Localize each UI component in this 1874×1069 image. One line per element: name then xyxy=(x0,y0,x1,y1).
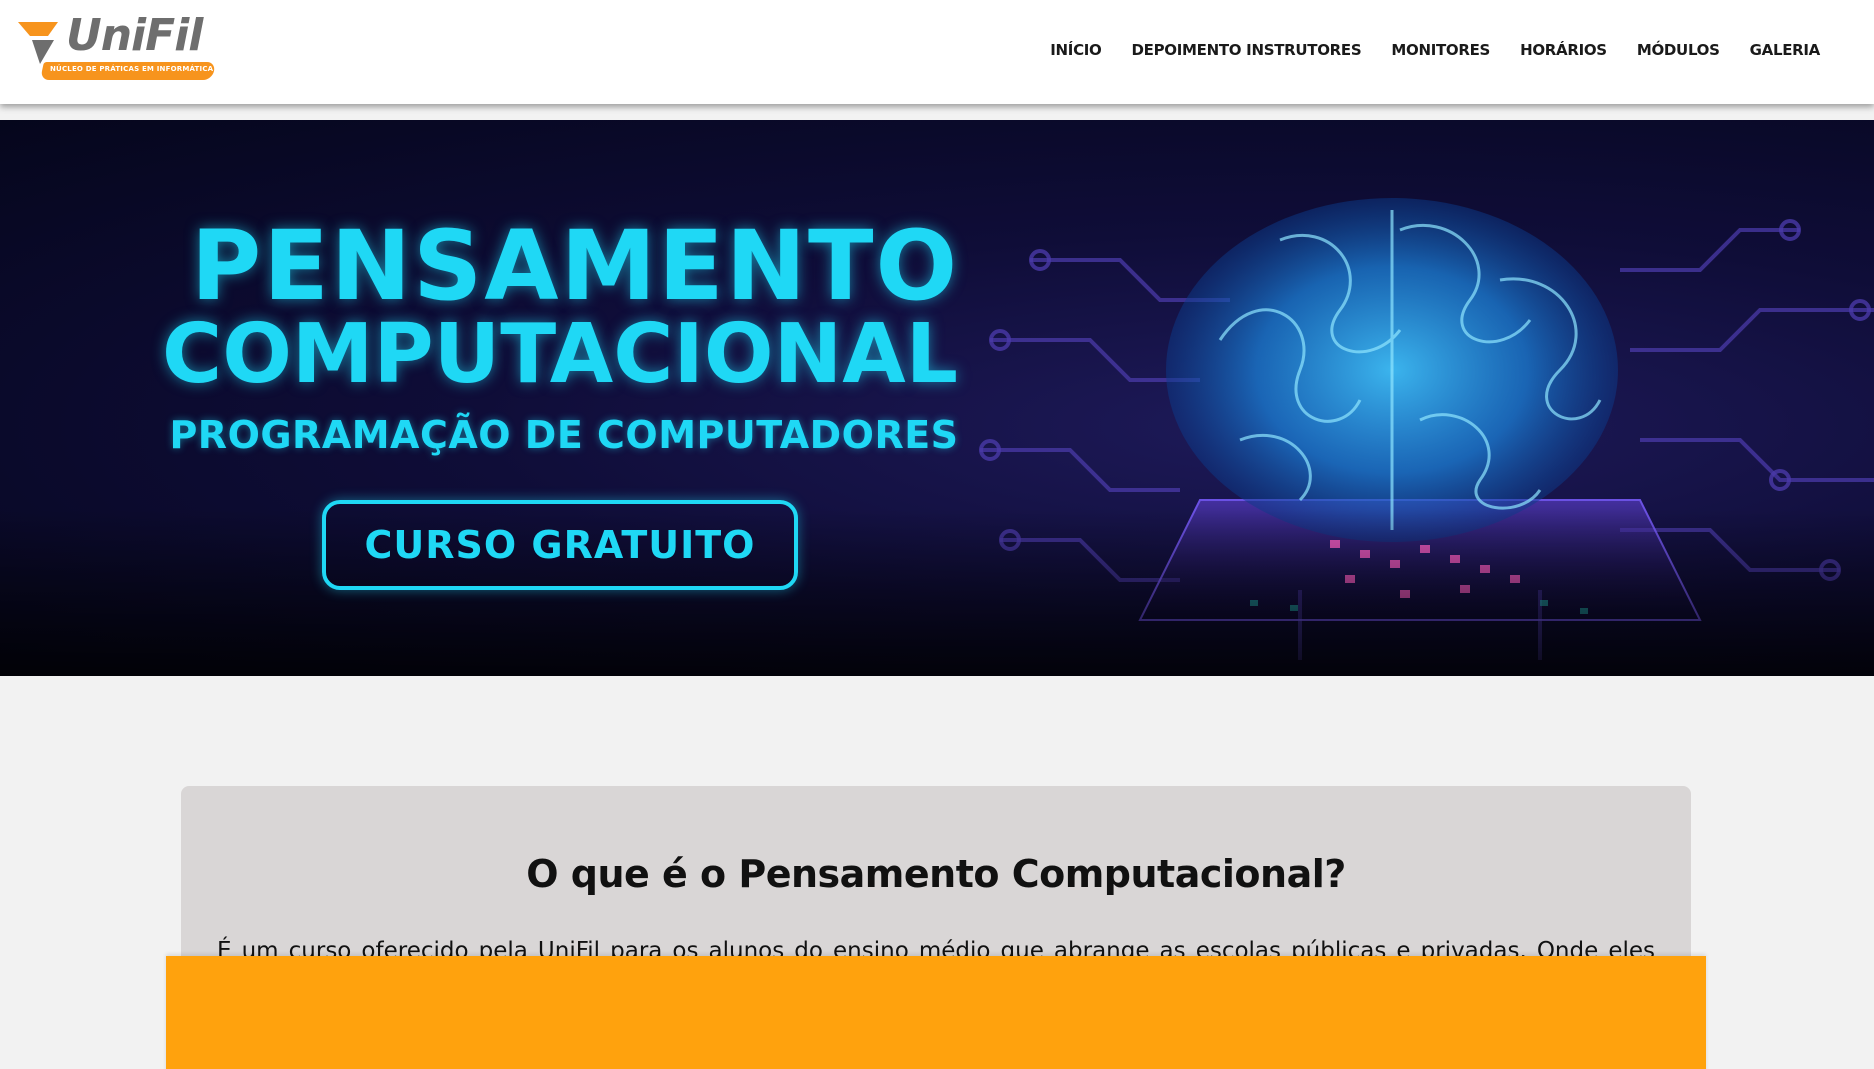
hero-subtitle: PROGRAMAÇÃO DE COMPUTADORES xyxy=(169,413,959,457)
bottom-orange-banner xyxy=(166,956,1706,1069)
nav-item-horarios[interactable]: HORÁRIOS xyxy=(1520,41,1607,59)
logo-tagline: NÚCLEO DE PRÁTICAS EM INFORMÁTICA xyxy=(50,65,214,73)
unifil-logo[interactable]: UniFil NÚCLEO DE PRÁTICAS EM INFORMÁTICA xyxy=(18,10,218,84)
nav-item-modulos[interactable]: MÓDULOS xyxy=(1637,41,1720,59)
nav-item-galeria[interactable]: GALERIA xyxy=(1750,41,1821,59)
nav-item-depoimento-instrutores[interactable]: DEPOIMENTO INSTRUTORES xyxy=(1132,41,1362,59)
about-title: O que é o Pensamento Computacional? xyxy=(526,852,1346,896)
hero-title-line1: PENSAMENTO xyxy=(190,210,960,322)
hero-title-line2: COMPUTACIONAL xyxy=(162,307,958,402)
hero-banner: PENSAMENTO COMPUTACIONAL PROGRAMAÇÃO DE … xyxy=(0,120,1874,676)
nav-item-inicio[interactable]: INÍCIO xyxy=(1050,41,1102,59)
logo-text: UniFil xyxy=(66,10,203,61)
free-course-button[interactable]: CURSO GRATUITO xyxy=(322,500,798,590)
main-nav: INÍCIO DEPOIMENTO INSTRUTORES MONITORES … xyxy=(1050,41,1820,59)
site-header: UniFil NÚCLEO DE PRÁTICAS EM INFORMÁTICA… xyxy=(0,0,1874,104)
nav-item-monitores[interactable]: MONITORES xyxy=(1391,41,1490,59)
